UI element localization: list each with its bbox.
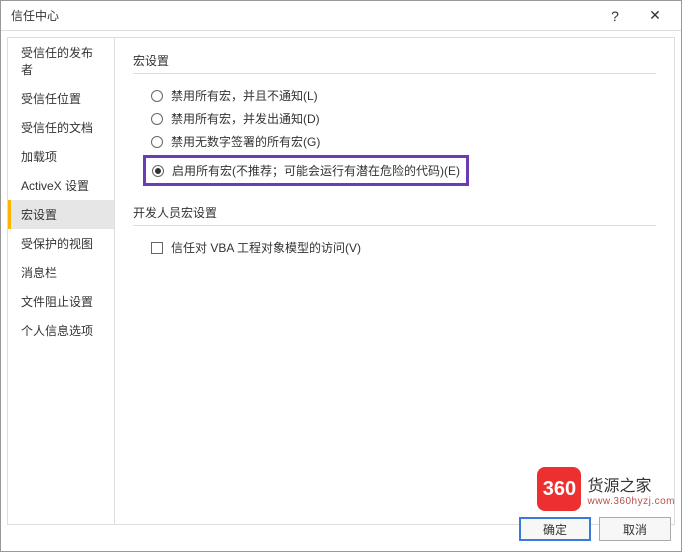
radio-icon [151,113,163,125]
window-title: 信任中心 [11,7,595,24]
sidebar: 受信任的发布者 受信任位置 受信任的文档 加载项 ActiveX 设置 宏设置 … [7,37,115,525]
titlebar: 信任中心 ? ✕ [1,1,681,31]
sidebar-item-activex[interactable]: ActiveX 设置 [8,171,114,200]
radio-icon [151,136,163,148]
help-button[interactable]: ? [595,2,635,30]
radio-label: 禁用所有宏，并发出通知(D) [171,110,320,127]
radio-disable-no-notify[interactable]: 禁用所有宏，并且不通知(L) [133,84,656,107]
watermark: 360 货源之家 www.360hyzj.com [537,467,675,511]
ok-button[interactable]: 确定 [519,517,591,541]
watermark-badge: 360 [537,467,581,511]
watermark-text: 货源之家 www.360hyzj.com [587,472,675,507]
checkbox-icon [151,242,163,254]
close-button[interactable]: ✕ [635,2,675,30]
sidebar-item-file-block[interactable]: 文件阻止设置 [8,287,114,316]
radio-label: 启用所有宏(不推荐；可能会运行有潜在危险的代码)(E) [172,162,460,179]
sidebar-item-macro-settings[interactable]: 宏设置 [8,200,114,229]
radio-disable-unsigned[interactable]: 禁用无数字签署的所有宏(G) [133,130,656,153]
checkbox-trust-vba[interactable]: 信任对 VBA 工程对象模型的访问(V) [133,236,656,259]
sidebar-item-message-bar[interactable]: 消息栏 [8,258,114,287]
sidebar-item-protected-view[interactable]: 受保护的视图 [8,229,114,258]
watermark-line2: www.360hyzj.com [587,496,675,507]
radio-icon [152,165,164,177]
trust-center-dialog: 信任中心 ? ✕ 受信任的发布者 受信任位置 受信任的文档 加载项 Active… [0,0,682,552]
sidebar-item-trusted-locations[interactable]: 受信任位置 [8,84,114,113]
sidebar-item-trusted-documents[interactable]: 受信任的文档 [8,113,114,142]
dialog-footer: 确定 取消 [1,507,681,551]
radio-label: 禁用无数字签署的所有宏(G) [171,133,320,150]
radio-disable-with-notify[interactable]: 禁用所有宏，并发出通知(D) [133,107,656,130]
cancel-button[interactable]: 取消 [599,517,671,541]
content-pane: 宏设置 禁用所有宏，并且不通知(L) 禁用所有宏，并发出通知(D) 禁用无数字签… [115,37,675,525]
radio-enable-all-highlighted[interactable]: 启用所有宏(不推荐；可能会运行有潜在危险的代码)(E) [143,155,469,186]
section-title-dev: 开发人员宏设置 [133,204,656,226]
radio-label: 禁用所有宏，并且不通知(L) [171,87,318,104]
watermark-line1: 货源之家 [587,472,675,496]
sidebar-item-trusted-publishers[interactable]: 受信任的发布者 [8,38,114,84]
checkbox-label: 信任对 VBA 工程对象模型的访问(V) [171,239,361,256]
radio-icon [151,90,163,102]
sidebar-item-addins[interactable]: 加载项 [8,142,114,171]
section-title-macro: 宏设置 [133,52,656,74]
sidebar-item-privacy[interactable]: 个人信息选项 [8,316,114,345]
